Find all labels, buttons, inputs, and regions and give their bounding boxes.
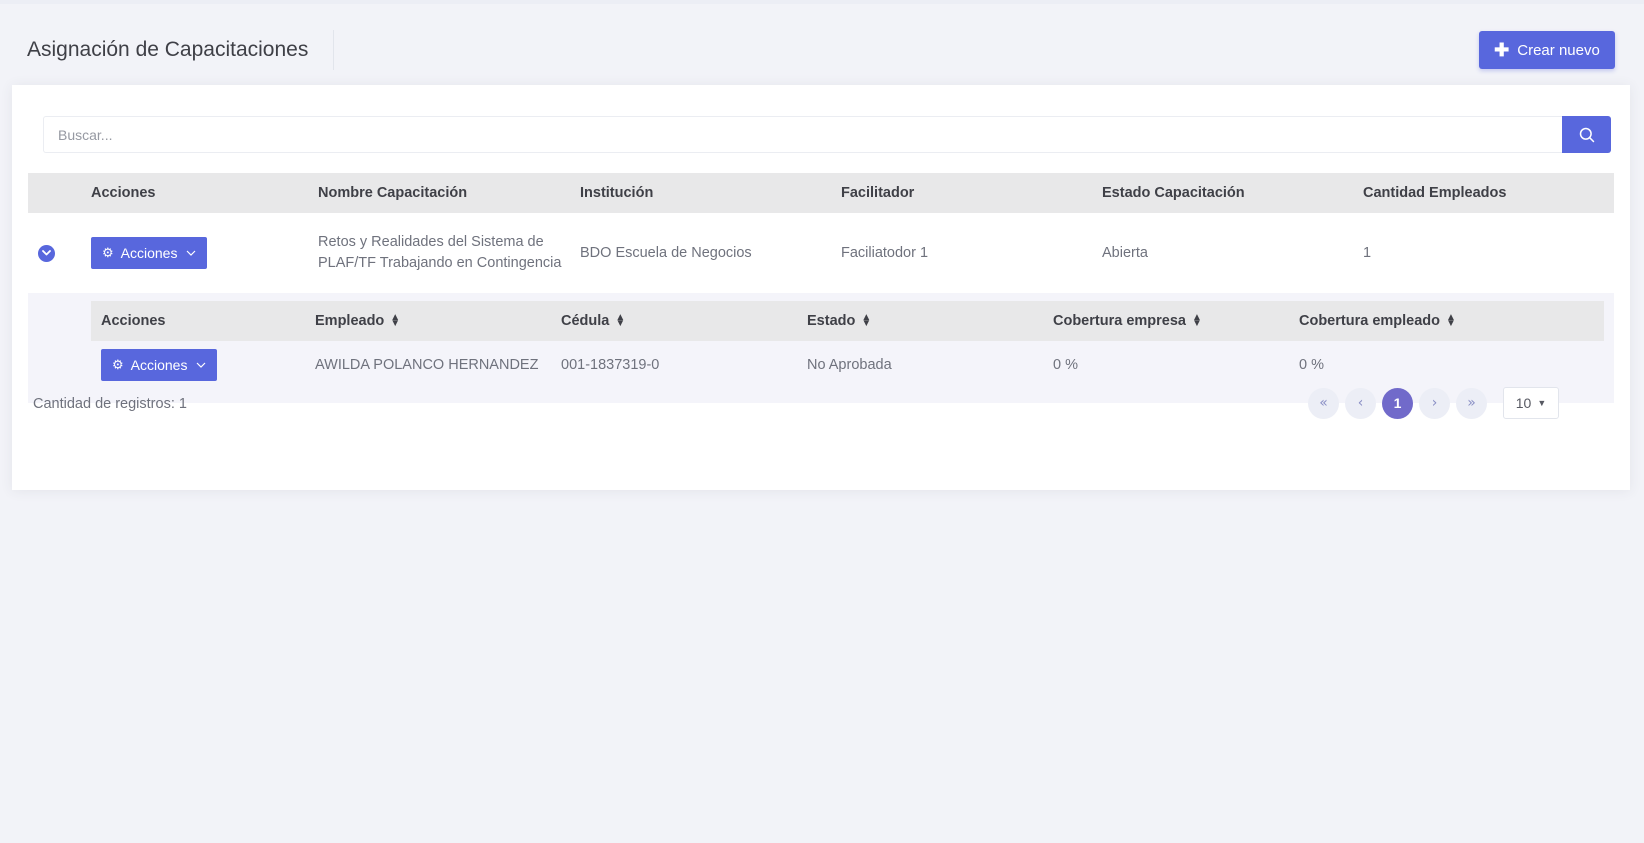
subtable-header: Acciones Empleado ▲ ▼ Cédula ▲ ▼ Estado ▲ ▼ Co…: [91, 301, 1604, 341]
search-icon: [1579, 127, 1594, 142]
sub-actions-cell: ⚙ Acciones: [91, 349, 315, 381]
page-size-value: 10: [1515, 395, 1532, 411]
create-new-label: Crear nuevo: [1517, 41, 1600, 59]
search-input[interactable]: [43, 116, 1562, 153]
table-footer: Cantidad de registros: 1 « ‹ 1 › » 10 ▼: [28, 387, 1614, 421]
sub-header-cob-empleado: Cobertura empleado: [1299, 313, 1440, 329]
expand-toggle-icon[interactable]: [38, 244, 55, 262]
header-nombre: Nombre Capacitación: [318, 185, 468, 201]
page-title: Asignación de Capacitaciones: [27, 38, 309, 61]
header-acciones: Acciones: [91, 185, 156, 201]
pagination: « ‹ 1 › » 10 ▼: [1308, 387, 1559, 419]
sub-header-empleado: Empleado: [315, 313, 385, 329]
record-count: Cantidad de registros: 1: [33, 396, 187, 412]
create-new-button[interactable]: ✚ Crear nuevo: [1479, 31, 1615, 69]
sub-cell-cedula: 001-1837319-0: [561, 357, 660, 373]
sub-actions-button[interactable]: ⚙ Acciones: [101, 349, 218, 381]
double-chevron-right-icon: »: [1467, 395, 1476, 411]
sort-icon: ▲ ▼: [615, 312, 626, 330]
sub-header-cob-empleado-sort[interactable]: Cobertura empleado ▲ ▼: [1299, 313, 1534, 329]
gear-icon: ⚙: [102, 245, 114, 260]
double-chevron-left-icon: «: [1319, 395, 1328, 411]
row-actions-label: Acciones: [120, 245, 178, 261]
cell-institucion: BDO Escuela de Negocios: [580, 245, 752, 261]
sub-cell-cob-empresa: 0 %: [1053, 357, 1078, 373]
header-facilitador: Facilitador: [841, 185, 915, 201]
cell-cantidad: 1: [1363, 245, 1372, 261]
row-actions-button[interactable]: ⚙ Acciones: [91, 237, 208, 269]
header-estado: Estado Capacitación: [1102, 185, 1245, 201]
sort-icon: ▲ ▼: [1191, 312, 1202, 330]
plus-icon: ✚: [1494, 40, 1510, 60]
sub-actions-label: Acciones: [130, 357, 188, 373]
main-portlet: Acciones Nombre Capacitación Institución…: [12, 85, 1630, 490]
sub-header-cedula: Cédula: [561, 313, 610, 329]
sub-header-empleado-sort[interactable]: Empleado ▲ ▼: [315, 313, 561, 329]
sub-header-acciones: Acciones: [101, 313, 166, 329]
cell-estado: Abierta: [1102, 245, 1148, 261]
sub-cell-cob-empleado: 0 %: [1299, 357, 1324, 373]
header-institucion: Institución: [580, 185, 654, 201]
page-button-current[interactable]: 1: [1382, 387, 1413, 419]
chevron-right-icon: ›: [1431, 395, 1438, 411]
title-separator: [333, 30, 335, 70]
chevron-left-icon: ‹: [1357, 395, 1364, 411]
row-actions-cell: ⚙ Acciones: [91, 237, 318, 269]
sub-cell-estado: No Aprobada: [807, 357, 892, 373]
next-page-button[interactable]: ›: [1419, 387, 1450, 419]
trainings-table: Acciones Nombre Capacitación Institución…: [28, 173, 1614, 403]
top-border: [0, 0, 1644, 4]
gear-icon: ⚙: [112, 357, 124, 372]
first-page-button[interactable]: «: [1308, 387, 1339, 419]
sub-header-cedula-sort[interactable]: Cédula ▲ ▼: [561, 313, 807, 329]
table-header: Acciones Nombre Capacitación Institución…: [28, 173, 1614, 213]
search-bar: [43, 116, 1611, 153]
sort-icon: ▲ ▼: [390, 312, 401, 330]
chevron-down-icon: [186, 248, 196, 259]
cell-nombre: Retos y Realidades del Sistema de PLAF/T…: [318, 234, 562, 271]
last-page-button[interactable]: »: [1456, 387, 1487, 419]
prev-page-button[interactable]: ‹: [1345, 387, 1376, 419]
subtable-row: ⚙ Acciones AWILDA POLANCO HERNANDEZ 001-…: [91, 341, 1604, 389]
expand-cell: [28, 244, 91, 262]
sort-icon: ▲ ▼: [861, 312, 872, 330]
table-row: ⚙ Acciones Retos y Realidades del Sistem…: [28, 213, 1614, 293]
caret-down-icon: ▼: [1537, 398, 1547, 408]
header-cantidad: Cantidad Empleados: [1363, 185, 1507, 201]
sub-header-cob-empresa-sort[interactable]: Cobertura empresa ▲ ▼: [1053, 313, 1299, 329]
sub-header-cob-empresa: Cobertura empresa: [1053, 313, 1186, 329]
page-size-select[interactable]: 10 ▼: [1503, 387, 1559, 419]
sub-header-estado-sort[interactable]: Estado ▲ ▼: [807, 313, 1053, 329]
cell-facilitador: Faciliatodor 1: [841, 245, 929, 261]
chevron-down-icon: [196, 360, 206, 371]
search-button[interactable]: [1562, 116, 1611, 153]
sub-cell-empleado: AWILDA POLANCO HERNANDEZ: [315, 357, 539, 373]
sub-header-estado: Estado: [807, 313, 856, 329]
sort-icon: ▲ ▼: [1446, 312, 1456, 330]
subheader: Asignación de Capacitaciones: [27, 30, 335, 70]
